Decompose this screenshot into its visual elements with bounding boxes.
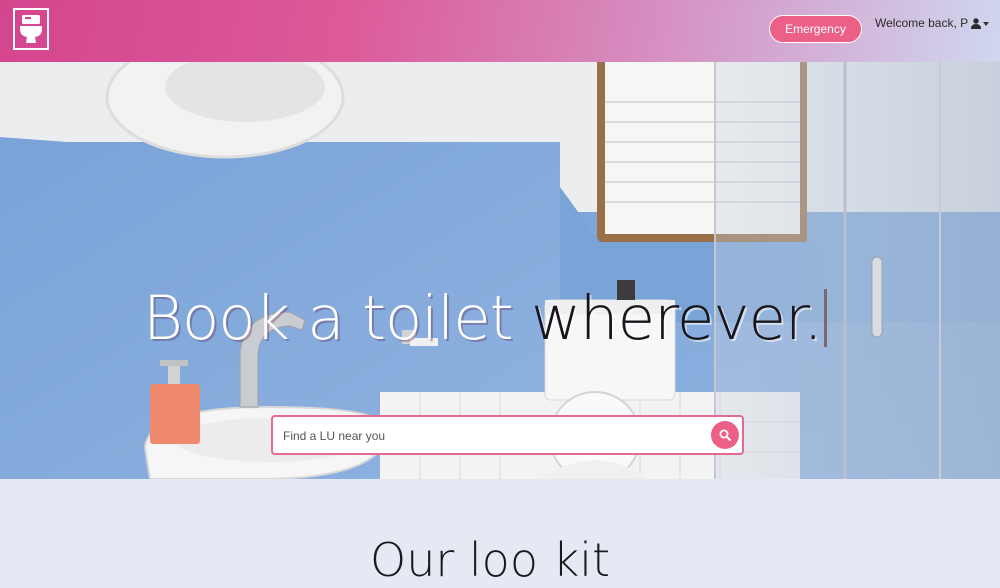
headline-prefix: Book a toilet: [143, 283, 532, 354]
welcome-text: Welcome back, P: [875, 16, 969, 30]
search-button[interactable]: [711, 421, 739, 449]
section-title: Our loo kit: [370, 533, 611, 587]
user-icon: [971, 18, 982, 29]
hero-banner: Book a toilet wherever.: [0, 62, 1000, 479]
hero-headline: Book a toilet wherever.: [143, 284, 827, 354]
search-input[interactable]: [281, 425, 705, 447]
search-bar: [271, 415, 744, 455]
toilet-icon: [20, 15, 42, 43]
caret-down-icon: [983, 22, 990, 26]
top-navbar: Emergency Welcome back, P: [0, 0, 1000, 62]
headline-highlight: wherever.: [531, 283, 823, 354]
search-icon: [719, 429, 731, 441]
logo[interactable]: [13, 8, 49, 50]
user-menu[interactable]: Welcome back, P: [875, 16, 990, 30]
emergency-button[interactable]: Emergency: [769, 15, 862, 43]
typing-cursor: [823, 289, 827, 347]
